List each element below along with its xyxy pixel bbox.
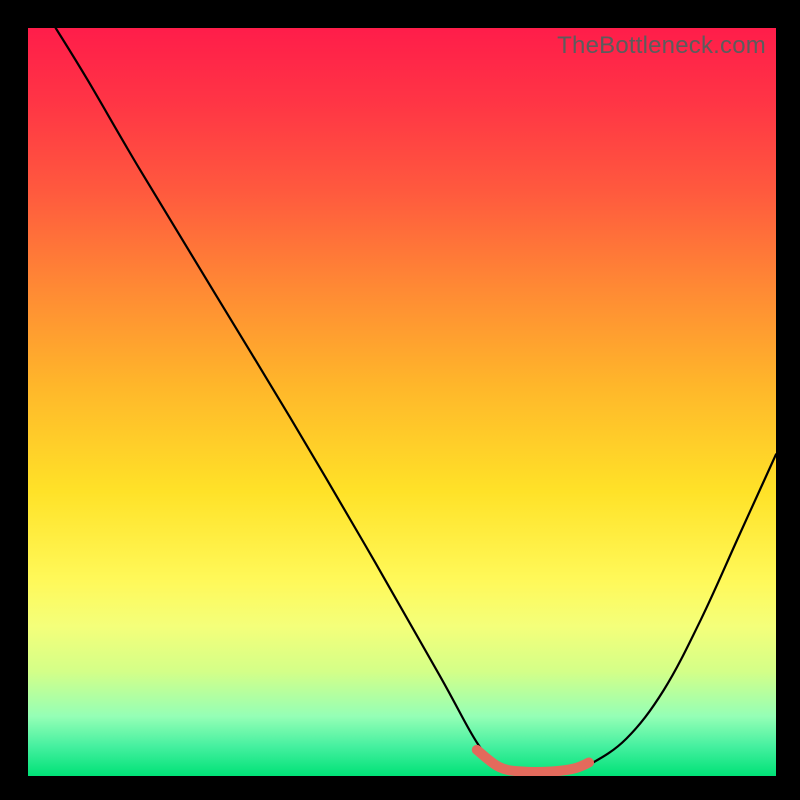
chart-overlay <box>28 28 776 776</box>
plot-area: TheBottleneck.com <box>28 28 776 776</box>
highlight-segment <box>477 750 589 772</box>
curve-line <box>56 28 776 774</box>
chart-stage: TheBottleneck.com <box>0 0 800 800</box>
